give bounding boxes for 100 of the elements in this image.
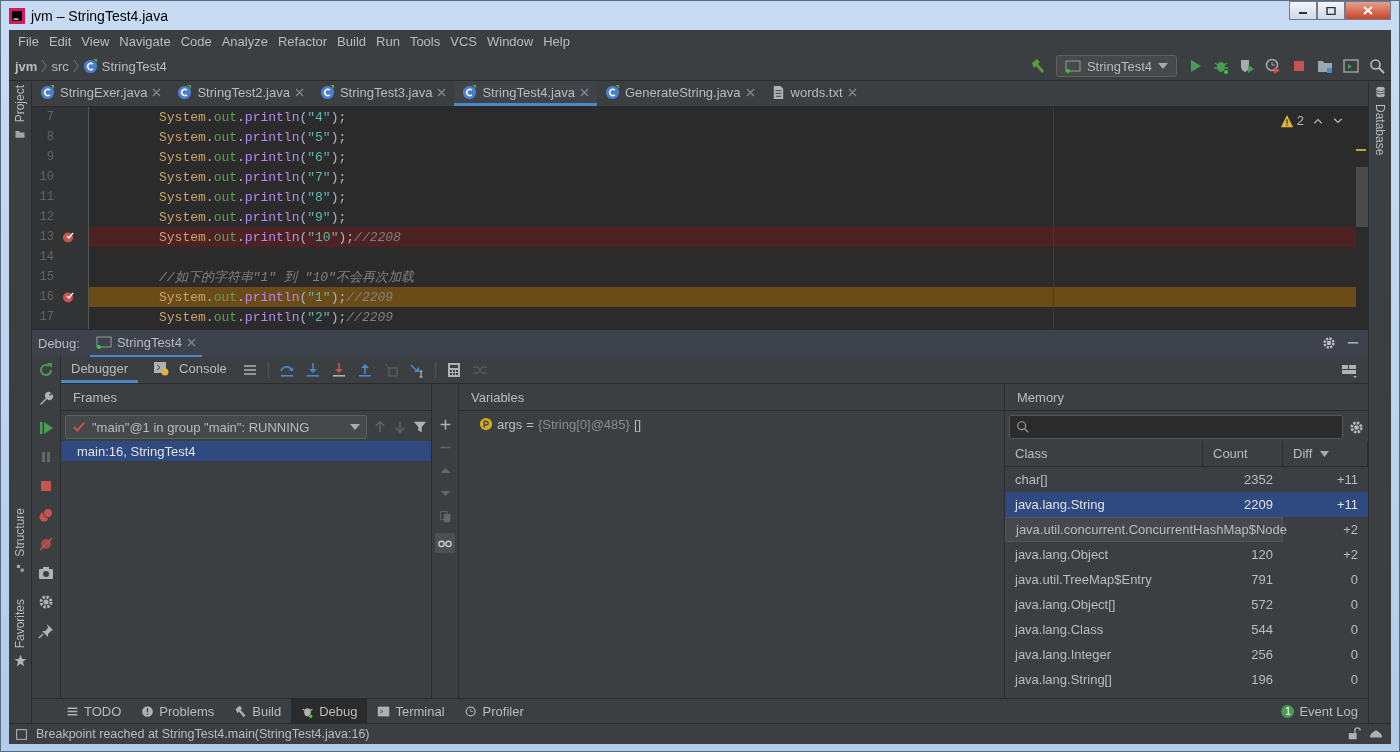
tool-window-button[interactable]: Problems — [131, 699, 225, 723]
camera-icon[interactable] — [38, 565, 54, 581]
mute-breakpoints-icon[interactable] — [38, 536, 54, 552]
coverage-icon[interactable] — [1239, 58, 1255, 74]
terminal-icon[interactable] — [1343, 58, 1359, 74]
run-configuration-dropdown[interactable]: StringTest4 — [1055, 55, 1177, 77]
calculator-icon[interactable] — [445, 361, 462, 378]
close-tab-icon[interactable] — [294, 87, 304, 97]
hammer-icon[interactable] — [1029, 58, 1046, 74]
menu-item[interactable]: Navigate — [114, 33, 176, 49]
column-header[interactable]: Count — [1203, 441, 1283, 466]
folder-icon[interactable] — [14, 128, 26, 141]
search-field[interactable] — [1009, 415, 1343, 439]
tool-window-button[interactable]: Profiler — [454, 699, 534, 723]
tool-window-button[interactable]: Debug — [291, 699, 368, 723]
editor-tab[interactable]: StringExer.java — [32, 81, 170, 106]
pin-icon[interactable] — [38, 623, 54, 639]
close-tab-icon[interactable] — [745, 87, 755, 97]
resume-icon[interactable] — [38, 420, 54, 436]
debugger-tab[interactable]: Console — [138, 356, 237, 383]
close-tab-icon[interactable] — [437, 87, 447, 97]
table-row[interactable]: java.lang.Class 544 0 — [1005, 617, 1368, 642]
table-row[interactable]: char[] 2352 +11 — [1005, 467, 1368, 492]
close-tab-icon[interactable] — [847, 87, 857, 97]
copy-icon[interactable] — [438, 510, 452, 523]
structure-icon[interactable] — [15, 562, 25, 573]
menu-item[interactable]: Build — [332, 33, 371, 49]
menu-item[interactable]: Edit — [43, 33, 77, 49]
database-icon[interactable] — [1373, 85, 1387, 98]
menu-item[interactable]: VCS — [445, 33, 482, 49]
editor-tab[interactable]: StringTest3.java — [311, 81, 455, 106]
menu-item[interactable]: File — [13, 33, 44, 49]
step-out-icon[interactable] — [356, 361, 373, 378]
add-icon[interactable] — [438, 418, 452, 431]
close-tab-icon[interactable] — [186, 337, 196, 347]
minimize-button[interactable] — [1289, 1, 1317, 20]
variable-name[interactable]: args — [497, 416, 523, 432]
settings-icon[interactable] — [38, 594, 54, 610]
menu-item[interactable]: Run — [371, 33, 405, 49]
breakpoint-icon[interactable] — [62, 231, 74, 243]
project-tool-tab[interactable]: Project — [13, 85, 27, 123]
editor-tab[interactable]: words.txt — [762, 81, 865, 106]
profile-icon[interactable] — [1265, 58, 1281, 74]
close-tab-icon[interactable] — [152, 87, 162, 97]
star-icon[interactable] — [13, 654, 27, 667]
debugger-tab[interactable]: Debugger — [61, 356, 139, 383]
table-row[interactable]: java.util.concurrent.ConcurrentHashMap$Node +2 — [1005, 517, 1368, 542]
tool-window-button[interactable]: TODO — [56, 699, 132, 723]
editor-tab[interactable]: GenerateString.java — [596, 81, 763, 106]
structure-tool-tab[interactable]: Structure — [13, 507, 27, 557]
column-header[interactable]: Class — [1005, 441, 1203, 466]
event-log-button[interactable]: 1 Event Log — [1281, 703, 1368, 719]
table-row[interactable]: java.lang.Object[] 572 0 — [1005, 592, 1368, 617]
table-row[interactable]: java.lang.Object 120 +2 — [1005, 542, 1368, 567]
search-icon[interactable] — [1369, 58, 1385, 74]
step-into-icon[interactable] — [304, 361, 321, 378]
menu-item[interactable]: Tools — [404, 33, 446, 49]
table-row[interactable]: java.util.TreeMap$Entry 791 0 — [1005, 567, 1368, 592]
frame-item[interactable]: main:16, StringTest4 — [61, 441, 431, 461]
settings-icon[interactable] — [1322, 336, 1336, 350]
force-step-into-icon[interactable] — [330, 361, 347, 378]
table-row[interactable]: java.lang.Integer 256 0 — [1005, 642, 1368, 667]
warning-count[interactable]: 2 — [1279, 113, 1304, 128]
menu-item[interactable]: Help — [538, 33, 575, 49]
wrench-icon[interactable] — [38, 391, 54, 407]
editor-tab[interactable]: StringTest4.java — [454, 81, 597, 106]
maximize-button[interactable] — [1317, 1, 1345, 20]
lock-icon[interactable] — [1347, 727, 1361, 741]
breadcrumb[interactable]: src — [51, 58, 69, 74]
breakpoint-icon[interactable] — [62, 291, 74, 303]
database-tool-tab[interactable]: Database — [1373, 104, 1387, 156]
scrollbar-thumb[interactable] — [1356, 167, 1368, 227]
run-to-cursor-icon[interactable] — [408, 361, 425, 378]
menu-item[interactable]: Window — [481, 33, 539, 49]
menu-item[interactable]: Code — [175, 33, 217, 49]
breakpoints-icon[interactable] — [38, 507, 54, 523]
editor-tab[interactable]: StringTest2.java — [169, 81, 312, 106]
stop-icon[interactable] — [1291, 58, 1307, 74]
breadcrumb[interactable]: jvm — [15, 58, 38, 74]
favorites-tool-tab[interactable]: Favorites — [13, 598, 27, 648]
menu-item[interactable]: Refactor — [272, 33, 333, 49]
rerun-icon[interactable] — [38, 362, 54, 378]
stop-icon[interactable] — [38, 478, 54, 494]
warning-marker[interactable] — [1356, 149, 1366, 151]
close-button[interactable] — [1345, 1, 1391, 20]
settings-icon[interactable] — [1349, 419, 1364, 435]
watches-toggle-button[interactable] — [435, 533, 455, 553]
tool-window-button[interactable]: Terminal — [367, 699, 455, 723]
filter-icon[interactable] — [413, 420, 427, 434]
table-row[interactable]: java.lang.String 2209 +11 — [1005, 492, 1368, 517]
breadcrumb[interactable]: StringTest4 — [82, 58, 167, 74]
debug-session-tab[interactable]: StringTest4 — [89, 329, 202, 357]
table-row[interactable]: java.lang.String[] 196 0 — [1005, 667, 1368, 692]
thread-dropdown[interactable]: "main"@1 in group "main": RUNNING — [65, 415, 367, 439]
menu-item[interactable]: View — [76, 33, 115, 49]
menu-item[interactable]: Analyze — [216, 33, 273, 49]
tool-window-button[interactable]: Build — [224, 699, 292, 723]
project-structure-icon[interactable] — [1317, 58, 1333, 74]
close-tab-icon[interactable] — [579, 87, 589, 97]
panel-toggle-icon[interactable] — [15, 727, 28, 741]
